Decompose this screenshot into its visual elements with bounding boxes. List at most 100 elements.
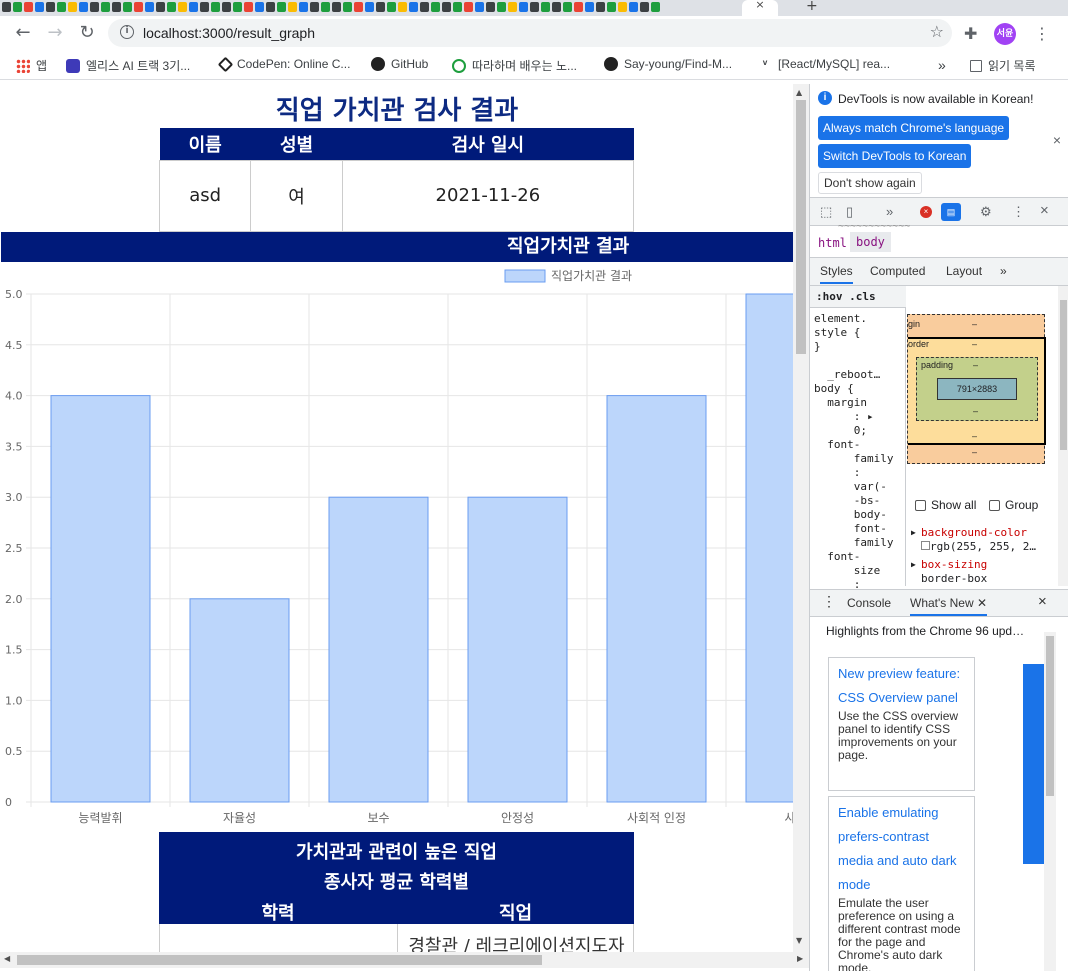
card-link[interactable]: Enable emulating prefers-contrast media …	[838, 801, 965, 897]
show-all-checkbox[interactable]	[915, 500, 926, 511]
new-tab-button[interactable]: +	[806, 0, 818, 14]
pinned-tab-favicon[interactable]	[574, 2, 583, 12]
bookmark-react-mysql[interactable]: ᵛ [React/MySQL] rea...	[758, 57, 890, 71]
back-arrow-icon[interactable]: ←	[12, 22, 34, 44]
scroll-left-arrow-icon[interactable]: ◀	[4, 954, 10, 963]
pinned-tab-favicon[interactable]	[2, 2, 11, 12]
address-bar[interactable]: i localhost:3000/result_graph ☆	[108, 19, 952, 47]
pinned-tab-favicon[interactable]	[563, 2, 572, 12]
pinned-tab-favicon[interactable]	[35, 2, 44, 12]
pinned-tab-favicon[interactable]	[442, 2, 451, 12]
pinned-tab-favicon[interactable]	[123, 2, 132, 12]
pinned-tab-favicon[interactable]	[200, 2, 209, 12]
bookmark-codepen[interactable]: CodePen: Online C...	[217, 56, 350, 72]
kebab-menu-icon[interactable]: ⋮	[1034, 24, 1050, 43]
pinned-tab-favicon[interactable]	[90, 2, 99, 12]
pinned-tab-favicon[interactable]	[530, 2, 539, 12]
pinned-tab-favicon[interactable]	[24, 2, 33, 12]
tab-close-icon[interactable]: ×	[755, 0, 764, 11]
tab-whats-new[interactable]: What's New ✕	[910, 596, 988, 616]
pinned-tab-favicon[interactable]	[134, 2, 143, 12]
pinned-tab-favicon[interactable]	[387, 2, 396, 12]
page-vertical-scrollbar[interactable]: ▲ ▼	[793, 84, 809, 952]
pinned-tab-favicon[interactable]	[145, 2, 154, 12]
always-match-language-button[interactable]: Always match Chrome's language	[818, 116, 1010, 140]
scroll-up-arrow-icon[interactable]: ▲	[796, 88, 802, 97]
pinned-tab-favicon[interactable]	[112, 2, 121, 12]
pinned-tab-favicon[interactable]	[167, 2, 176, 12]
pinned-tab-favicon[interactable]	[464, 2, 473, 12]
pinned-tab-favicon[interactable]	[618, 2, 627, 12]
pinned-tab-favicon[interactable]	[376, 2, 385, 12]
close-devtools-icon[interactable]: ×	[1040, 202, 1049, 219]
color-swatch[interactable]	[921, 541, 930, 550]
hov-cls-toggle[interactable]: :hov .cls	[810, 286, 906, 308]
pinned-tab-favicon[interactable]	[365, 2, 374, 12]
pinned-tab-favicon[interactable]	[409, 2, 418, 12]
pinned-tab-favicon[interactable]	[233, 2, 242, 12]
close-icon[interactable]: ×	[1053, 132, 1061, 148]
scroll-thumb[interactable]	[1060, 300, 1067, 450]
pinned-tab-favicon[interactable]	[640, 2, 649, 12]
pinned-tab-favicon[interactable]	[431, 2, 440, 12]
issues-icon[interactable]: ▤	[941, 203, 961, 221]
settings-gear-icon[interactable]: ⚙	[980, 204, 992, 220]
pinned-tab-favicon[interactable]	[508, 2, 517, 12]
device-toolbar-icon[interactable]: ▯	[846, 204, 853, 220]
pinned-tab-favicon[interactable]	[552, 2, 561, 12]
pinned-tab-favicon[interactable]	[332, 2, 341, 12]
pinned-tab-favicon[interactable]	[46, 2, 55, 12]
pinned-tab-favicon[interactable]	[629, 2, 638, 12]
pinned-tab-favicon[interactable]	[288, 2, 297, 12]
pinned-tab-favicon[interactable]	[299, 2, 308, 12]
pinned-tab-favicon[interactable]	[222, 2, 231, 12]
pinned-tab-favicon[interactable]	[596, 2, 605, 12]
profile-avatar[interactable]: 서윤	[994, 23, 1016, 45]
more-tabs-chevron-icon[interactable]: »	[886, 204, 893, 219]
pinned-tab-favicon[interactable]	[178, 2, 187, 12]
forward-arrow-icon[interactable]: →	[44, 22, 66, 44]
bookmarks-overflow-chevron-icon[interactable]: »	[938, 57, 946, 73]
kebab-menu-icon[interactable]: ⋮	[1012, 204, 1025, 220]
pinned-tab-favicon[interactable]	[244, 2, 253, 12]
pinned-tab-favicon[interactable]	[343, 2, 352, 12]
bookmark-elice[interactable]: 엘리스 AI 트랙 3기...	[66, 57, 190, 74]
scroll-thumb[interactable]	[17, 955, 542, 965]
styles-scrollbar[interactable]	[1058, 286, 1068, 586]
more-subtabs-chevron-icon[interactable]: »	[1000, 264, 1007, 278]
bookmark-apps[interactable]: 앱	[16, 57, 47, 74]
scroll-thumb[interactable]	[1046, 636, 1054, 796]
scroll-thumb[interactable]	[796, 100, 806, 354]
pinned-tab-favicon[interactable]	[585, 2, 594, 12]
page-horizontal-scrollbar[interactable]: ◀ ▶	[0, 952, 809, 968]
site-info-icon[interactable]: i	[120, 25, 134, 39]
reading-list[interactable]: 읽기 목록	[970, 57, 1036, 74]
crumb-body[interactable]: body	[850, 232, 891, 252]
pinned-tab-favicon[interactable]	[541, 2, 550, 12]
url-text[interactable]: localhost:3000/result_graph	[143, 25, 315, 41]
pinned-tab-favicon[interactable]	[189, 2, 198, 12]
pinned-tab-favicons[interactable]	[0, 0, 740, 16]
dont-show-again-button[interactable]: Don't show again	[818, 172, 922, 194]
active-tab[interactable]: ×	[742, 0, 778, 16]
pinned-tab-favicon[interactable]	[310, 2, 319, 12]
close-tab-icon[interactable]: ✕	[977, 596, 987, 610]
bookmark-nodejs-course[interactable]: 따라하며 배우는 노...	[452, 57, 577, 74]
group-checkbox[interactable]	[989, 500, 1000, 511]
scroll-down-arrow-icon[interactable]: ▼	[796, 936, 802, 945]
pinned-tab-favicon[interactable]	[266, 2, 275, 12]
pinned-tab-favicon[interactable]	[211, 2, 220, 12]
drawer-menu-icon[interactable]: ⋮	[822, 593, 836, 610]
box-model-content[interactable]: 791×2883	[937, 378, 1017, 400]
tab-layout[interactable]: Layout	[946, 264, 982, 278]
card-link[interactable]: New preview feature: CSS Overview panel	[838, 662, 965, 710]
computed-row[interactable]: ▶ box-sizing border-box	[907, 558, 1057, 586]
pinned-tab-favicon[interactable]	[486, 2, 495, 12]
scroll-right-arrow-icon[interactable]: ▶	[797, 954, 803, 963]
extensions-puzzle-icon[interactable]: ✚	[964, 24, 977, 43]
pinned-tab-favicon[interactable]	[420, 2, 429, 12]
expand-triangle-icon[interactable]: ▶	[911, 558, 916, 572]
whats-new-scrollbar[interactable]	[1044, 632, 1056, 971]
pinned-tab-favicon[interactable]	[79, 2, 88, 12]
pinned-tab-favicon[interactable]	[453, 2, 462, 12]
